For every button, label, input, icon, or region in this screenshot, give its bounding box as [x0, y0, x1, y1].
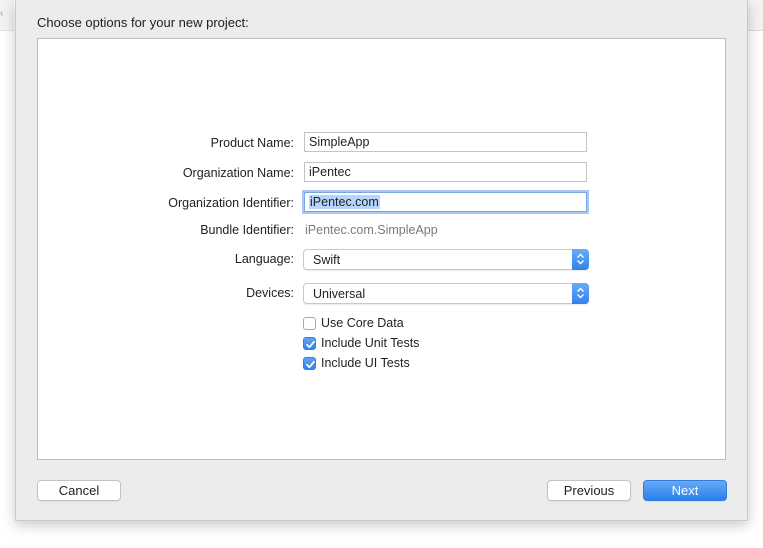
include-ui-tests-label: Include UI Tests: [321, 356, 410, 370]
include-ui-tests-checkbox[interactable]: [303, 357, 316, 370]
bundle-identifier-value: iPentec.com.SimpleApp: [305, 223, 438, 237]
use-core-data-label: Use Core Data: [321, 316, 404, 330]
organization-name-value: iPentec: [309, 165, 351, 179]
include-unit-tests-checkbox[interactable]: [303, 337, 316, 350]
new-project-options-sheet: Choose options for your new project: Pro…: [15, 0, 748, 521]
devices-selected: Universal: [313, 287, 366, 301]
devices-label: Devices:: [246, 286, 294, 300]
previous-button[interactable]: Previous: [547, 480, 631, 501]
language-label: Language:: [234, 252, 294, 266]
options-panel: Product Name: SimpleApp Organization Nam…: [37, 38, 726, 460]
language-popup[interactable]: Swift: [303, 249, 589, 270]
devices-popup[interactable]: Universal: [303, 283, 589, 304]
up-down-chevron-icon: [572, 249, 589, 270]
next-button[interactable]: Next: [643, 480, 727, 501]
bundle-identifier-label: Bundle Identifier:: [200, 223, 294, 237]
up-down-chevron-icon: [572, 283, 589, 304]
use-core-data-checkbox[interactable]: [303, 317, 316, 330]
background-window-edge: ‹: [0, 0, 14, 31]
include-unit-tests-label: Include Unit Tests: [321, 336, 420, 350]
dialog-title: Choose options for your new project:: [37, 15, 249, 30]
product-name-value: SimpleApp: [309, 135, 370, 149]
organization-identifier-value: iPentec.com: [309, 195, 380, 209]
background-window-edge-right: [747, 0, 763, 31]
chevron-left-icon: ‹: [0, 8, 4, 19]
organization-identifier-label: Organization Identifier:: [168, 196, 294, 210]
organization-name-label: Organization Name:: [182, 166, 294, 180]
cancel-button[interactable]: Cancel: [37, 480, 121, 501]
checkmark-icon: [306, 340, 315, 349]
product-name-label: Product Name:: [210, 136, 294, 150]
product-name-field[interactable]: SimpleApp: [304, 132, 587, 152]
checkmark-icon: [306, 360, 315, 369]
language-selected: Swift: [313, 253, 341, 267]
organization-name-field[interactable]: iPentec: [304, 162, 587, 182]
organization-identifier-field[interactable]: iPentec.com: [304, 192, 587, 212]
